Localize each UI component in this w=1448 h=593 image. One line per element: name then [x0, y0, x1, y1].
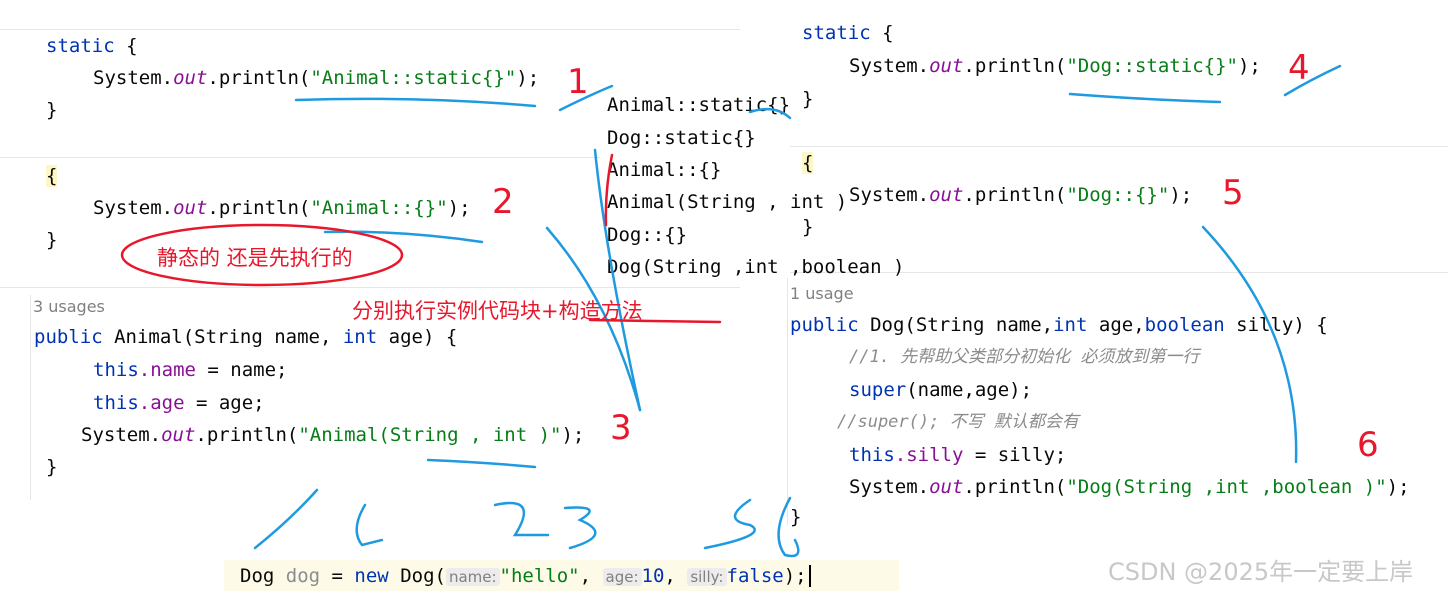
digit-stroke — [493, 501, 550, 537]
bracket-stroke — [604, 153, 614, 227]
order-number: 3 — [610, 408, 632, 448]
order-number: 4 — [1288, 48, 1310, 88]
digit-stroke — [563, 506, 597, 550]
order-number: 2 — [492, 182, 514, 222]
note-static-first: 静态的 还是先执行的 — [157, 246, 353, 270]
underline-stroke — [1068, 92, 1222, 104]
underline-stroke — [323, 230, 484, 244]
connector-stroke — [1201, 225, 1298, 464]
order-number: 6 — [1357, 425, 1379, 465]
digit-stroke — [355, 503, 384, 547]
note-instance-ctor: 分别执行实例代码块+构造方法 — [352, 299, 643, 323]
digit-stroke — [777, 496, 800, 558]
watermark: CSDN @2025年一定要上岸 — [1108, 558, 1414, 586]
digit-stroke — [703, 498, 756, 550]
underline-stroke — [294, 97, 537, 108]
connector-stroke — [593, 148, 642, 412]
order-number: 1 — [567, 62, 589, 102]
underline-stroke — [426, 458, 537, 469]
digit-stroke — [253, 488, 319, 550]
annotation-strokes — [120, 64, 1342, 558]
order-number: 5 — [1222, 173, 1244, 213]
underline-stroke — [748, 107, 792, 120]
